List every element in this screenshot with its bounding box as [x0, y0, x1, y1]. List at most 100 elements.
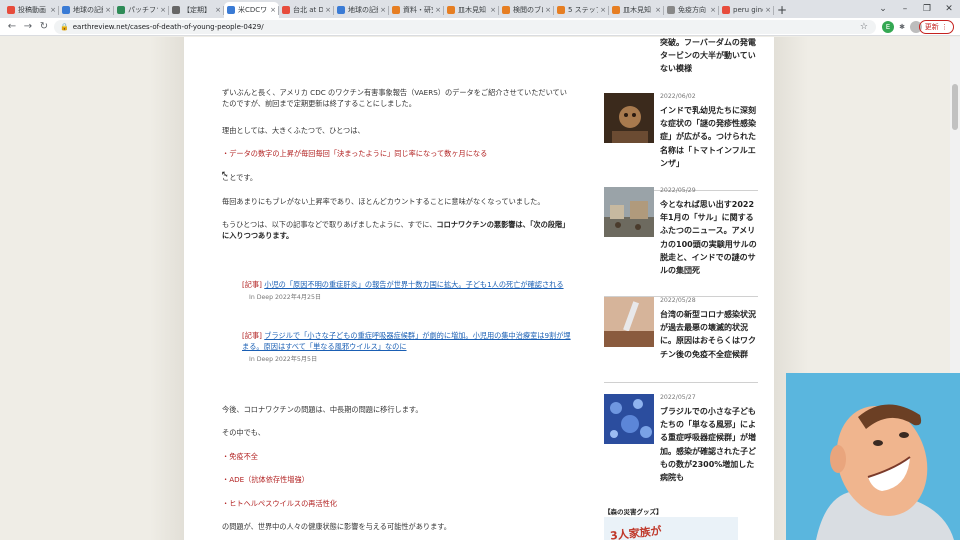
tab-label: 資料・研究 [403, 6, 433, 14]
post-title[interactable]: ブラジルでの小さな子どもたちの「単なる風邪」による重症呼吸器症候群」が増加。感染… [660, 405, 758, 484]
tab-label: 地球の記録 [73, 6, 103, 14]
minimize-button[interactable]: – [894, 0, 916, 18]
tab-label: 5 ステップ [568, 6, 598, 14]
tab-close-icon[interactable]: × [105, 6, 111, 14]
extension-icon[interactable]: E [882, 21, 894, 33]
bookmark-star-icon[interactable]: ☆ [860, 22, 868, 32]
article-paragraph: ずいぶんと長く、アメリカ CDC のワクチン有害事象報告（VAERS）のデータを… [222, 88, 567, 109]
article-bullet: ・免疫不全 [222, 452, 258, 461]
tab-close-icon[interactable]: × [545, 6, 551, 14]
tab-close-icon[interactable]: × [215, 6, 221, 14]
tab-close-icon[interactable]: × [380, 6, 386, 14]
ad-banner[interactable]: 3人家族が [604, 517, 738, 540]
browser-tab[interactable]: 資料・研究× [389, 2, 444, 18]
quote-tag: [記事] [242, 331, 262, 340]
quote-meta: In Deep 2022年4月25日 [249, 294, 322, 302]
page-background-left [150, 37, 184, 540]
tab-favicon-icon [117, 6, 125, 14]
browser-tab[interactable]: peru ginc × [719, 2, 774, 18]
tab-label: 皿木見知 [458, 6, 486, 14]
article-paragraph: 毎回あまりにもブレがない上昇率であり、ほとんどカウントすることに意味がなくなって… [222, 197, 545, 206]
webcam-overlay [786, 373, 960, 540]
banner-text: 3人家族が [609, 524, 663, 540]
browser-tab[interactable]: 地球の記録× [59, 2, 114, 18]
article-highlight: ・データの数字の上昇が毎回毎回「決まったように」同じ率になって数ヶ月になる [222, 149, 488, 158]
post-thumbnail[interactable] [604, 187, 654, 237]
sidebar-post-title[interactable]: 突破。フーバーダムの発電タービンの大半が動いていない模様 [660, 37, 758, 75]
tab-strip: 投稿動画×地球の記録×パッチフラワー×【定期】×米CDCワク×台北 at D×地… [0, 0, 960, 18]
tab-favicon-icon [557, 6, 565, 14]
browser-tab[interactable]: 米CDCワク× [224, 2, 279, 18]
post-title[interactable]: インドで乳幼児たちに深刻な症状の「謎の発疹性感染症」が広がる。つけられた名称は「… [660, 104, 758, 170]
browser-tab[interactable]: 投稿動画 × [4, 2, 59, 18]
tab-close-icon[interactable]: × [50, 6, 56, 14]
article-paragraph: 理由としては、大きくふたつで、ひとつは、 [222, 126, 365, 135]
related-article-link[interactable]: ブラジルで「小さな子どもの重症呼吸器症候群」が劇的に増加。小児用の集中治療室は9… [242, 331, 571, 351]
browser-tab[interactable]: パッチフラワー× [114, 2, 169, 18]
tab-label: 【定期】 [183, 6, 211, 14]
sidebar-post[interactable]: 2022/05/28 台湾の新型コロナ感染状況が過去最悪の壊滅的状況に。原因はお… [604, 297, 758, 383]
sidebar-post[interactable]: 2022/06/02 インドで乳幼児たちに深刻な症状の「謎の発疹性感染症」が広が… [604, 93, 758, 191]
browser-tab[interactable]: 地球の記録× [334, 2, 389, 18]
related-article-quote: [記事] 小児の「原因不明の重症肝炎」の報告が世界十数カ国に拡大。子ども1人の死… [242, 279, 572, 303]
browser-tab[interactable]: 台北 at D × [279, 2, 334, 18]
tab-favicon-icon [392, 6, 400, 14]
maximize-button[interactable]: ❐ [916, 0, 938, 18]
lock-icon: 🔒 [60, 23, 69, 31]
close-window-button[interactable]: ✕ [938, 0, 960, 18]
related-article-link[interactable]: 小児の「原因不明の重症肝炎」の報告が世界十数カ国に拡大。子ども1人の死亡が確認さ… [264, 280, 563, 289]
tab-close-icon[interactable]: × [490, 6, 496, 14]
browser-tab[interactable]: 皿木見知 × [444, 2, 499, 18]
new-tab-button[interactable]: + [774, 2, 790, 18]
article-bullet: ・ADE（抗体依存性増強） [222, 475, 309, 484]
tab-close-icon[interactable]: × [655, 6, 661, 14]
post-thumbnail[interactable] [604, 93, 654, 143]
browser-tab[interactable]: 【定期】 × [169, 2, 224, 18]
browser-tab[interactable]: 検閲のブロ× [499, 2, 554, 18]
post-title[interactable]: 台湾の新型コロナ感染状況が過去最悪の壊滅的状況に。原因はおそらくはワクチン後の免… [660, 308, 758, 361]
post-date: 2022/05/28 [660, 297, 696, 304]
browser-tab[interactable]: 皿木見知 × [609, 2, 664, 18]
tab-label: 台北 at D [293, 6, 324, 14]
sidebar-post[interactable]: 2022/05/27 ブラジルでの小さな子どもたちの「単なる風邪」による重症呼吸… [604, 394, 758, 492]
mouse-cursor-icon: ↖ [221, 170, 229, 180]
post-date: 2022/05/27 [660, 394, 696, 401]
post-thumbnail[interactable] [604, 297, 654, 347]
tab-favicon-icon [7, 6, 15, 14]
tab-close-icon[interactable]: × [765, 6, 771, 14]
tab-close-icon[interactable]: × [160, 6, 166, 14]
reload-icon[interactable]: ↻ [36, 21, 52, 32]
tab-favicon-icon [502, 6, 510, 14]
tab-label: peru ginc [733, 6, 764, 14]
related-article-quote: [記事] ブラジルで「小さな子どもの重症呼吸器症候群」が劇的に増加。小児用の集中… [242, 330, 572, 365]
page-viewport: ずいぶんと長く、アメリカ CDC のワクチン有害事象報告（VAERS）のデータを… [0, 37, 960, 540]
url-text[interactable]: earthreview.net/cases-of-death-of-young-… [73, 23, 264, 31]
tab-close-icon[interactable]: × [435, 6, 441, 14]
tab-close-icon[interactable]: × [270, 6, 276, 14]
tab-close-icon[interactable]: × [600, 6, 606, 14]
post-title[interactable]: 今となれば思い出す2022年1月の「サル」に関するふたつのニュース。アメリカの1… [660, 198, 758, 277]
browser-toolbar: ← → ↻ 🔒 earthreview.net/cases-of-death-o… [0, 18, 960, 36]
browser-tab[interactable]: 免疫方向 × [664, 2, 719, 18]
puzzle-icon[interactable]: ✱ [896, 21, 908, 33]
update-button[interactable]: 更新 ⋮ [918, 20, 954, 34]
tab-favicon-icon [447, 6, 455, 14]
tab-close-icon[interactable]: × [710, 6, 716, 14]
article-paragraph: その中でも、 [222, 428, 265, 437]
post-thumbnail[interactable] [604, 394, 654, 444]
tab-favicon-icon [667, 6, 675, 14]
browser-tab[interactable]: 5 ステップ× [554, 2, 609, 18]
browser-menu-icon[interactable]: ⌄ [872, 0, 894, 18]
article-paragraph: の問題が、世界中の人々の健康状態に影響を与える可能性があります。 [222, 522, 451, 531]
tab-close-icon[interactable]: × [325, 6, 331, 14]
forward-icon[interactable]: → [20, 21, 36, 32]
tab-label: 皿木見知 [623, 6, 651, 14]
sidebar-post[interactable]: 2022/05/29 今となれば思い出す2022年1月の「サル」に関するふたつの… [604, 187, 758, 297]
address-bar[interactable]: 🔒 earthreview.net/cases-of-death-of-youn… [54, 20, 876, 34]
page-body: ずいぶんと長く、アメリカ CDC のワクチン有害事象報告（VAERS）のデータを… [184, 37, 774, 540]
back-icon[interactable]: ← [4, 21, 20, 32]
tab-label: 米CDCワク [238, 6, 268, 14]
scrollbar-thumb[interactable] [952, 84, 958, 130]
tab-favicon-icon [337, 6, 345, 14]
article-text: もうひとつは、以下の記事などで取りあげましたように、すでに、 [222, 220, 437, 229]
